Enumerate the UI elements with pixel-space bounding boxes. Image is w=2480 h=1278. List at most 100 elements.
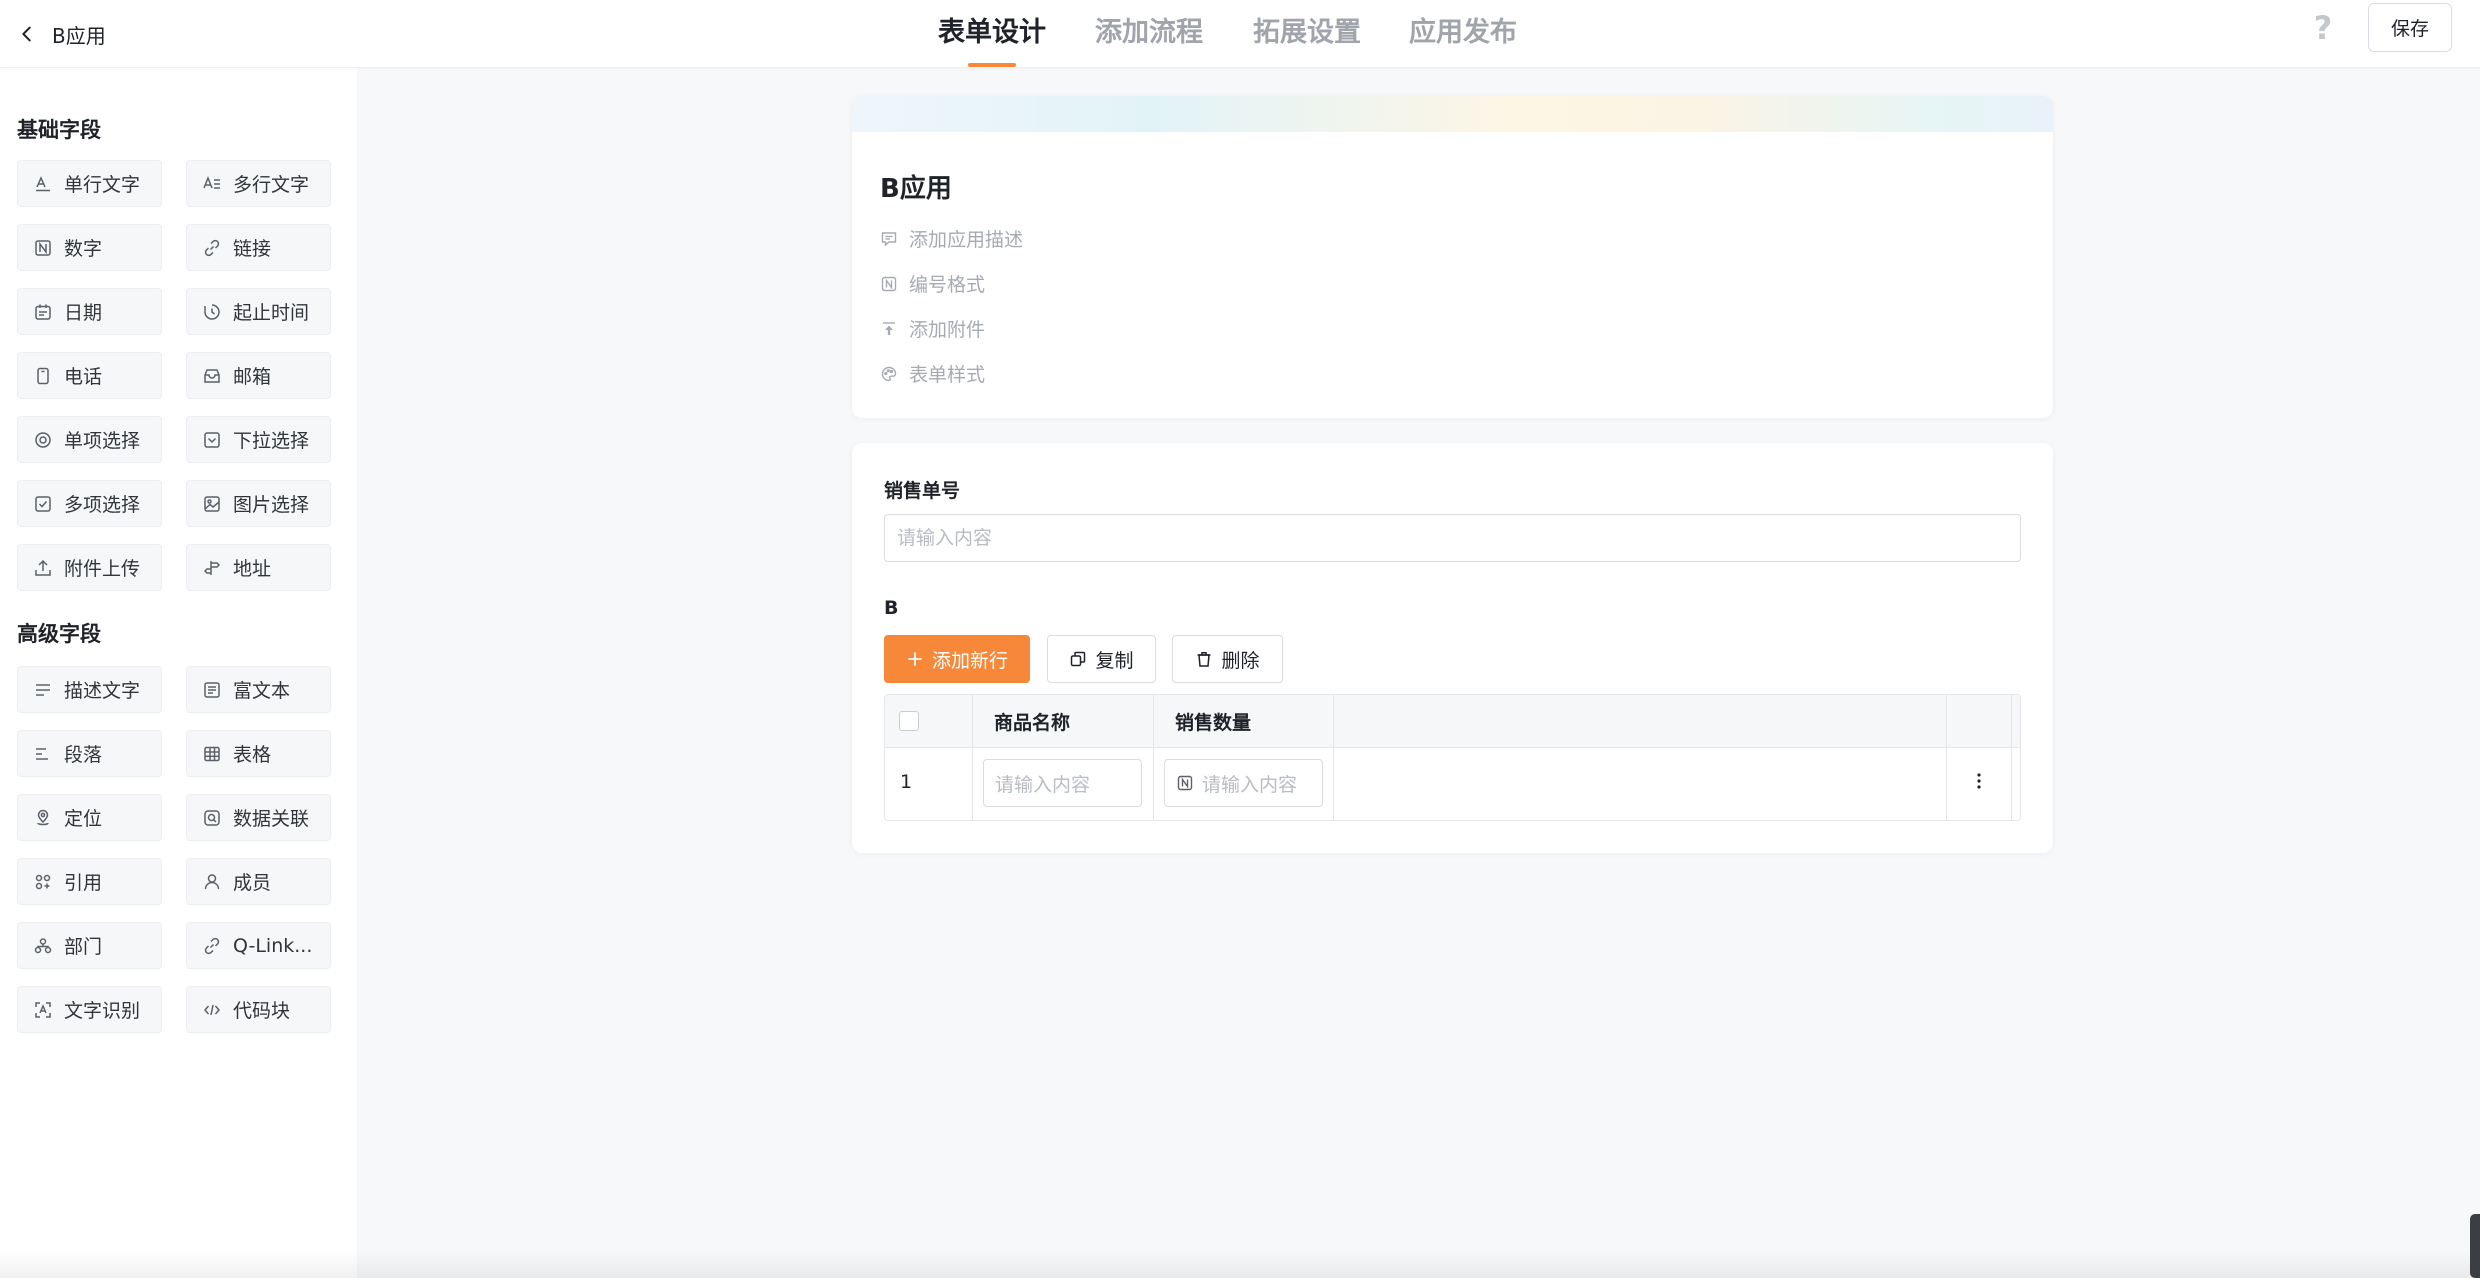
field-label: 定位 xyxy=(64,808,103,830)
column-divider xyxy=(1946,695,1947,820)
field-mailbox[interactable]: 邮箱 xyxy=(186,352,331,399)
meta-label: 添加应用描述 xyxy=(909,229,1024,251)
field-label: Q-Link... xyxy=(233,934,313,957)
palette-icon xyxy=(881,366,897,381)
field-radio[interactable]: 单项选择 xyxy=(17,416,162,463)
field-data-link[interactable]: 数据关联 xyxy=(186,794,331,841)
field-table[interactable]: 表格 xyxy=(186,730,331,777)
field-label: 下拉选择 xyxy=(233,430,310,452)
product-name-input[interactable]: 请输入内容 xyxy=(983,759,1142,807)
field-member[interactable]: 成员 xyxy=(186,858,331,905)
field-label: 段落 xyxy=(64,744,103,766)
field-label: 数字 xyxy=(64,238,103,260)
upload-icon xyxy=(883,321,895,335)
field-time-range[interactable]: 起止时间 xyxy=(186,288,331,335)
ocr-icon xyxy=(35,1001,51,1018)
comment-icon xyxy=(881,231,897,247)
plus-icon xyxy=(908,652,922,666)
checkbox-icon xyxy=(35,495,51,512)
number-format-icon xyxy=(881,276,897,291)
single-line-text-icon xyxy=(36,175,50,191)
field-multi-line-text[interactable]: 多行文字 xyxy=(186,160,331,207)
top-header: B应用 表单设计 添加流程 拓展设置 应用发布 ? 保存 xyxy=(0,0,2480,68)
field-image-select[interactable]: 图片选择 xyxy=(186,480,331,527)
field-reference[interactable]: 引用 xyxy=(17,858,162,905)
field-number[interactable]: 数字 xyxy=(17,224,162,271)
rich-text-icon xyxy=(204,681,220,698)
field-department[interactable]: 部门 xyxy=(17,922,162,969)
number-format-link[interactable]: 编号格式 xyxy=(880,270,985,297)
field-label: 引用 xyxy=(64,872,103,894)
field-attachment-upload[interactable]: 附件上传 xyxy=(17,544,162,591)
field-qlink[interactable]: Q-Link... xyxy=(186,922,331,969)
form-header-card: B应用 添加应用描述 编号格式 添加附件 表单样式 xyxy=(852,96,2053,418)
app-name: B应用 xyxy=(52,23,106,48)
field-description-text[interactable]: 描述文字 xyxy=(17,666,162,713)
form-title[interactable]: B应用 xyxy=(880,168,952,205)
field-checkbox[interactable]: 多项选择 xyxy=(17,480,162,527)
description-icon xyxy=(36,683,50,696)
column-divider xyxy=(1153,695,1154,820)
step-tabs: 表单设计 添加流程 拓展设置 应用发布 xyxy=(0,0,2480,68)
field-label: 起止时间 xyxy=(233,302,310,324)
sales-no-input[interactable] xyxy=(884,514,2021,562)
field-paragraph[interactable]: 段落 xyxy=(17,730,162,777)
tab-add-flow[interactable]: 添加流程 xyxy=(1095,10,1203,49)
field-label: 多行文字 xyxy=(233,174,310,196)
form-style-link[interactable]: 表单样式 xyxy=(880,360,985,387)
advanced-fields-title: 高级字段 xyxy=(17,622,101,646)
back-button[interactable]: B应用 xyxy=(16,14,106,54)
location-icon xyxy=(37,809,49,825)
member-icon xyxy=(204,873,220,889)
tab-extend-settings[interactable]: 拓展设置 xyxy=(1253,10,1361,49)
field-phone[interactable]: 电话 xyxy=(17,352,162,399)
add-row-button[interactable]: 添加新行 xyxy=(884,635,1030,683)
trash-icon xyxy=(1197,652,1211,667)
link-icon xyxy=(204,239,220,256)
select-all-checkbox[interactable] xyxy=(899,711,919,731)
add-description-link[interactable]: 添加应用描述 xyxy=(880,225,1023,252)
help-icon[interactable]: ? xyxy=(2310,8,2336,48)
field-label: 数据关联 xyxy=(233,808,310,830)
field-label: 附件上传 xyxy=(64,558,141,580)
qlink-icon xyxy=(204,937,220,954)
radio-icon xyxy=(35,431,51,448)
row-index: 1 xyxy=(900,771,913,793)
field-label: 链接 xyxy=(233,238,272,260)
scroll-handle[interactable] xyxy=(2470,1214,2480,1278)
tab-app-publish[interactable]: 应用发布 xyxy=(1409,10,1517,49)
field-label: 多项选择 xyxy=(64,494,141,516)
column-divider xyxy=(2011,695,2012,820)
field-dropdown[interactable]: 下拉选择 xyxy=(186,416,331,463)
field-code-block[interactable]: 代码块 xyxy=(186,986,331,1033)
more-vertical-icon[interactable] xyxy=(1968,767,1990,795)
field-label: 电话 xyxy=(64,366,103,388)
delete-button[interactable]: 删除 xyxy=(1172,635,1283,683)
field-single-line-text[interactable]: 单行文字 xyxy=(17,160,162,207)
sales-qty-input[interactable]: 请输入内容 xyxy=(1164,759,1323,807)
field-label: 邮箱 xyxy=(233,366,272,388)
tab-form-design[interactable]: 表单设计 xyxy=(938,10,1046,49)
signpost-icon xyxy=(203,560,221,575)
field-location[interactable]: 定位 xyxy=(17,794,162,841)
field-date[interactable]: 日期 xyxy=(17,288,162,335)
table-icon xyxy=(204,746,220,761)
number-icon xyxy=(1177,775,1193,791)
mailbox-icon xyxy=(204,368,220,383)
field-rich-text[interactable]: 富文本 xyxy=(186,666,331,713)
copy-button[interactable]: 复制 xyxy=(1047,635,1156,683)
field-address[interactable]: 地址 xyxy=(186,544,331,591)
add-attachment-link[interactable]: 添加附件 xyxy=(880,315,985,342)
chevron-left-icon xyxy=(22,26,31,42)
upload-icon xyxy=(35,559,51,576)
image-icon xyxy=(204,495,220,512)
calendar-icon xyxy=(35,304,51,320)
field-link[interactable]: 链接 xyxy=(186,224,331,271)
save-button[interactable]: 保存 xyxy=(2368,3,2452,52)
column-divider xyxy=(1333,695,1334,820)
field-ocr[interactable]: 文字识别 xyxy=(17,986,162,1033)
phone-icon xyxy=(37,367,49,384)
sales-no-label: 销售单号 xyxy=(884,480,961,502)
form-body-card: 销售单号 B 添加新行 复制 删除 商品名称 销售数量 1 请输入内容 请输入内… xyxy=(852,443,2053,853)
data-link-icon xyxy=(204,809,220,826)
